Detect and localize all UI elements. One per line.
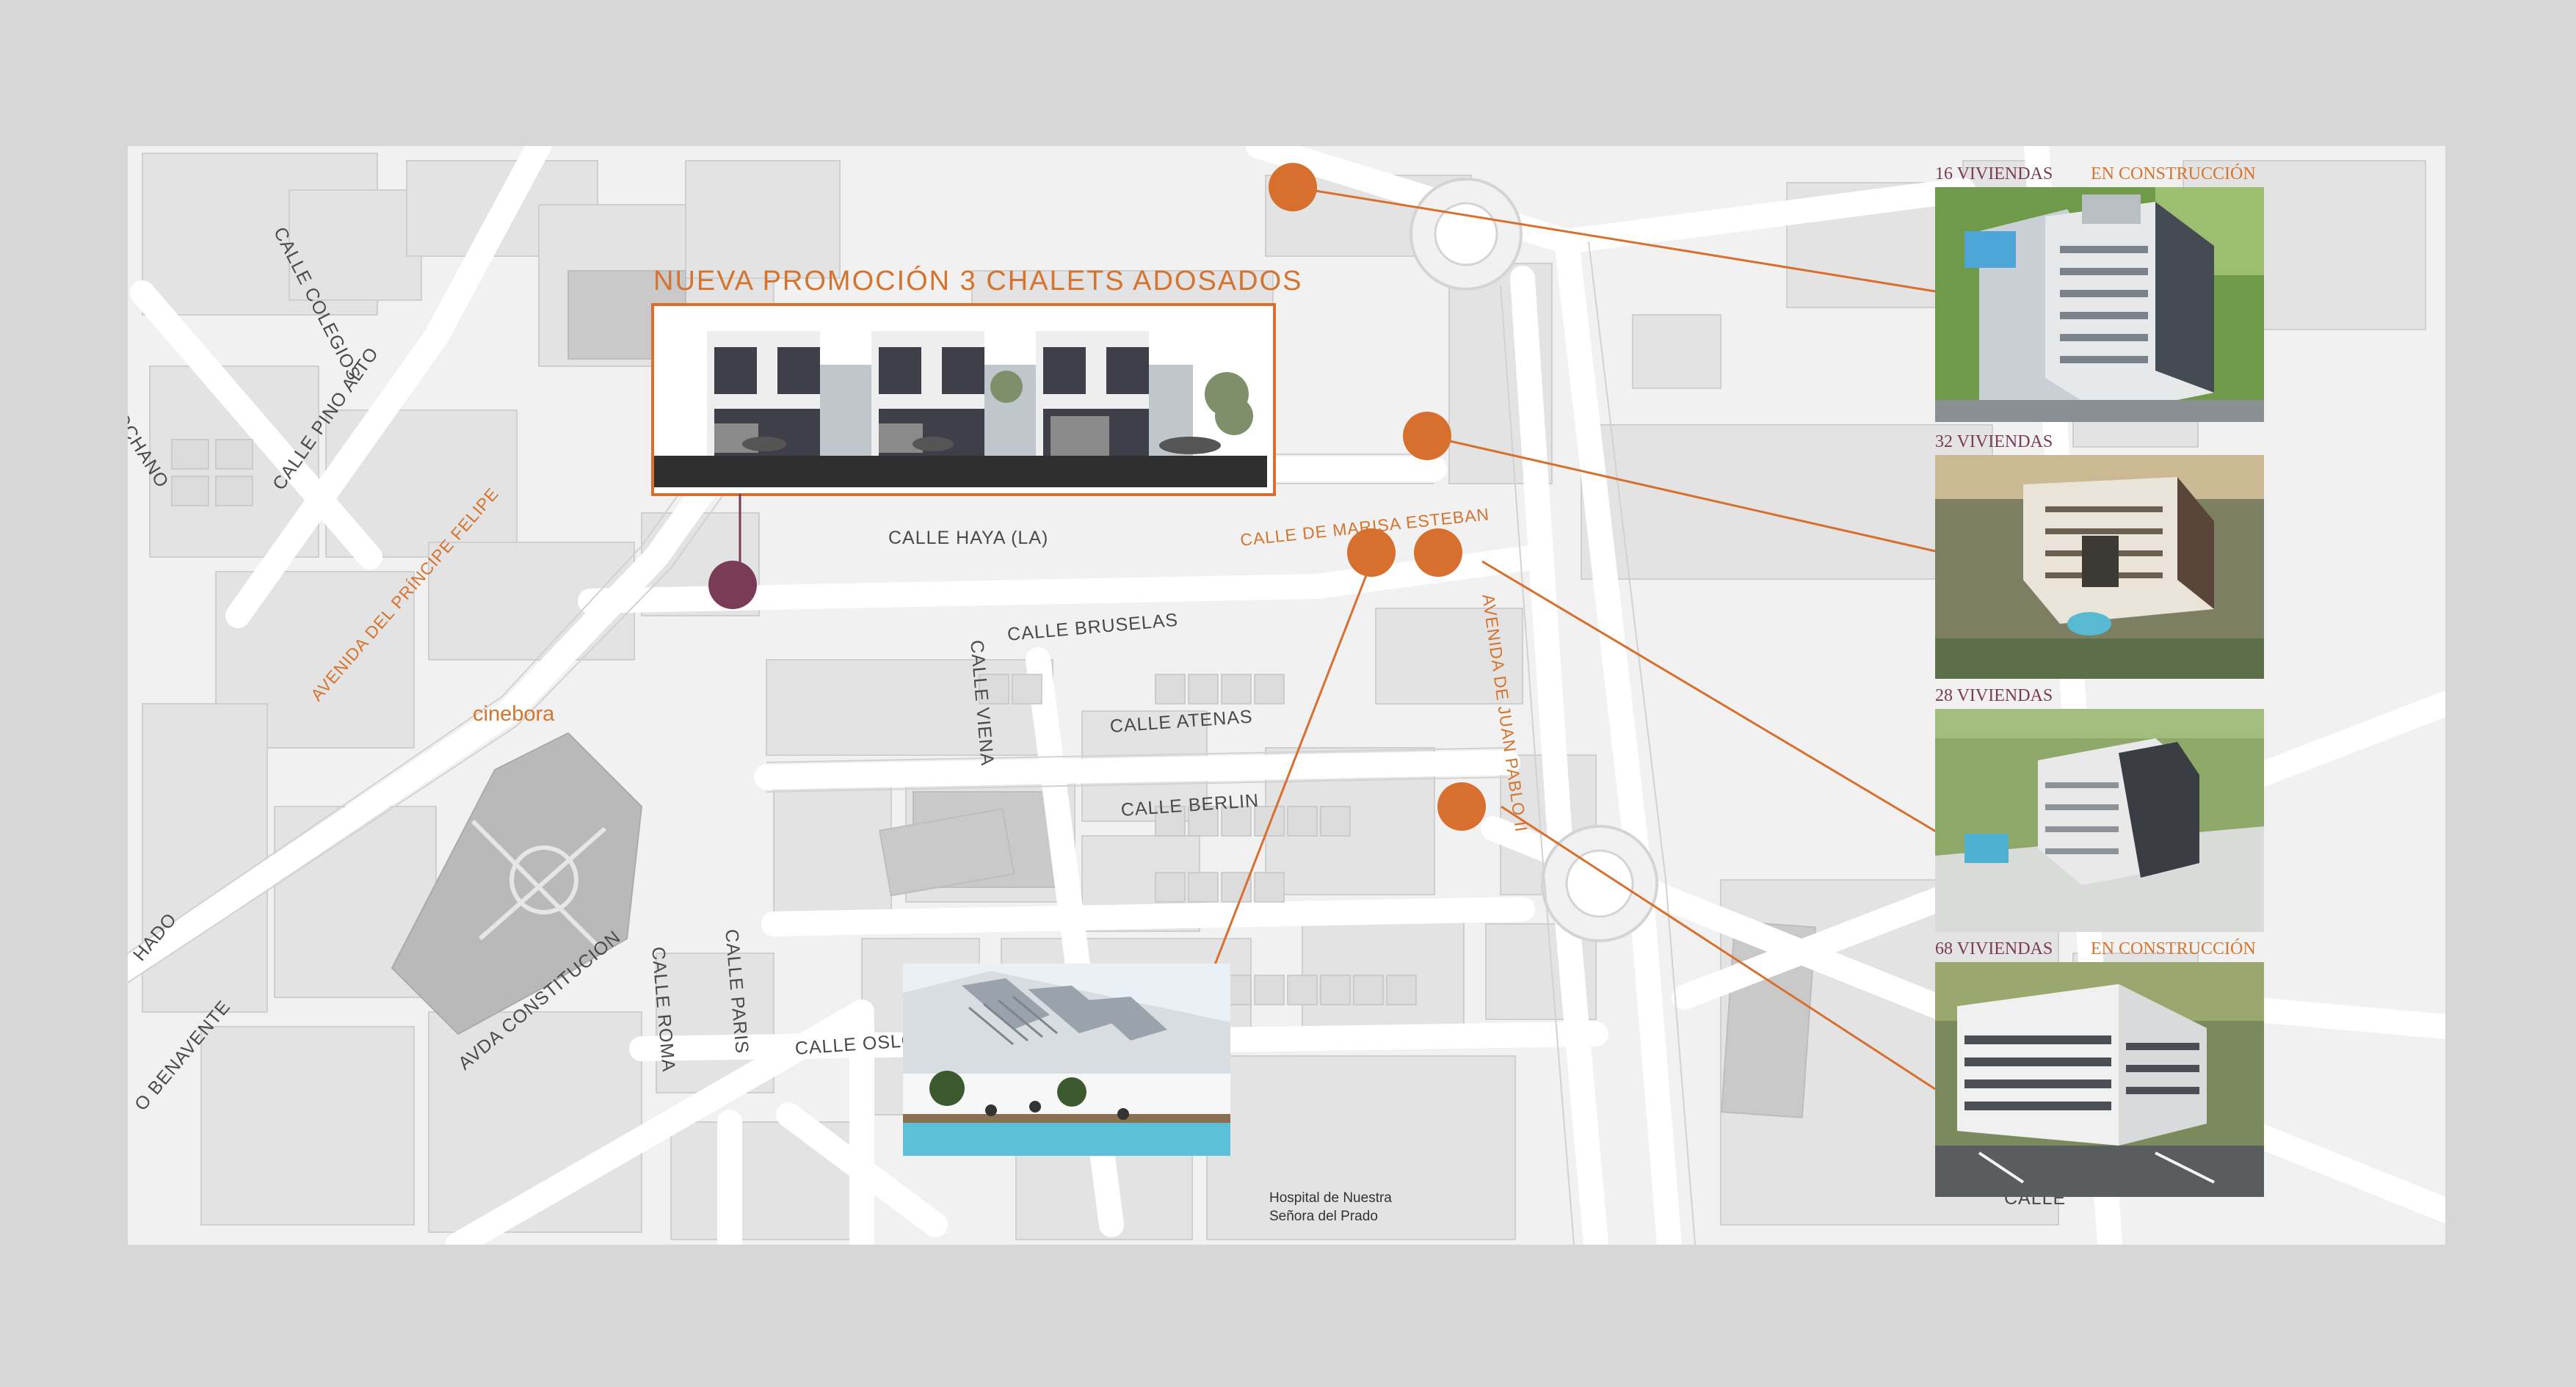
render-16-viviendas	[1935, 187, 2264, 422]
location-marker-16-viviendas[interactable]	[1269, 163, 1317, 211]
pool-render	[903, 964, 1230, 1156]
card-label-16-viviendas: 16 VIVIENDAS	[1935, 164, 2053, 183]
card-label-32-viviendas: 32 VIVIENDAS	[1935, 432, 2053, 451]
render-68-viviendas	[1935, 962, 2264, 1197]
photo-28-viviendas[interactable]	[1935, 709, 2264, 932]
location-marker-32-viviendas[interactable]	[1403, 412, 1451, 460]
photo-32-viviendas[interactable]	[1935, 455, 2264, 679]
location-marker-68-viviendas[interactable]	[1437, 782, 1486, 831]
map-panel[interactable]: CALLE COLEGIOS CALLE PINO ALTO OCHANO AV…	[128, 146, 2445, 1245]
photo-68-viviendas[interactable]	[1935, 962, 2264, 1197]
location-marker-pool-development[interactable]	[1347, 528, 1396, 577]
card-status-16-viviendas: EN CONSTRUCCIÓN	[2091, 164, 2256, 183]
location-marker-new-chalets[interactable]	[708, 561, 757, 609]
card-label-28-viviendas: 28 VIVIENDAS	[1935, 686, 2053, 705]
location-marker-28-viviendas[interactable]	[1414, 528, 1462, 577]
render-32-viviendas	[1935, 455, 2264, 679]
card-status-68-viviendas: EN CONSTRUCCIÓN	[2091, 939, 2256, 958]
render-28-viviendas	[1935, 709, 2264, 932]
photo-16-viviendas[interactable]	[1935, 187, 2264, 422]
pool-development-image[interactable]	[903, 964, 1230, 1156]
card-label-68-viviendas: 68 VIVIENDAS	[1935, 939, 2053, 958]
